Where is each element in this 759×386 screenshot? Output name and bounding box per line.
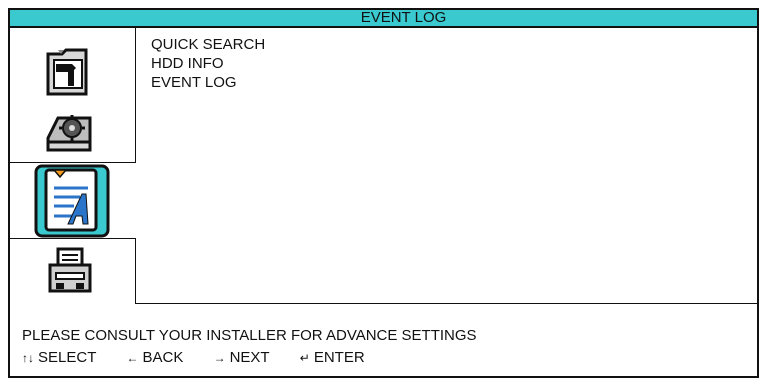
- key-hint-label: NEXT: [229, 349, 270, 366]
- divider: [135, 303, 759, 304]
- key-hint-back: ← BACK: [127, 349, 184, 366]
- key-hints: ↑↓ SELECT ← BACK → NEXT ↵ ENTER: [22, 349, 391, 366]
- key-hint-next: → NEXT: [214, 349, 270, 366]
- key-hint-label: ENTER: [313, 349, 365, 366]
- right-arrow-icon: →: [213, 351, 226, 365]
- enter-icon: ↵: [299, 351, 310, 365]
- menu-item-quick-search[interactable]: QUICK SEARCH: [151, 35, 265, 54]
- title-bar: EVENT LOG: [8, 8, 759, 28]
- hdd-settings-icon[interactable]: [44, 108, 96, 154]
- event-log-icon[interactable]: [34, 164, 110, 238]
- up-down-arrows-icon: ↑↓: [22, 351, 34, 365]
- menu-item-event-log[interactable]: EVENT LOG: [151, 73, 265, 92]
- submenu-list: QUICK SEARCH HDD INFO EVENT LOG: [151, 35, 265, 92]
- installer-note: PLEASE CONSULT YOUR INSTALLER FOR ADVANC…: [22, 327, 477, 344]
- key-hint-enter: ↵ ENTER: [300, 349, 365, 366]
- system-tools-icon[interactable]: [42, 44, 94, 100]
- key-hint-label: BACK: [142, 349, 184, 366]
- backup-icon[interactable]: [46, 245, 94, 297]
- key-hint-select: ↑↓ SELECT: [22, 349, 96, 366]
- page-title: EVENT LOG: [360, 9, 447, 26]
- left-arrow-icon: ←: [126, 351, 139, 365]
- menu-item-hdd-info[interactable]: HDD INFO: [151, 54, 265, 73]
- divider: [135, 238, 136, 304]
- key-hint-label: SELECT: [38, 349, 97, 366]
